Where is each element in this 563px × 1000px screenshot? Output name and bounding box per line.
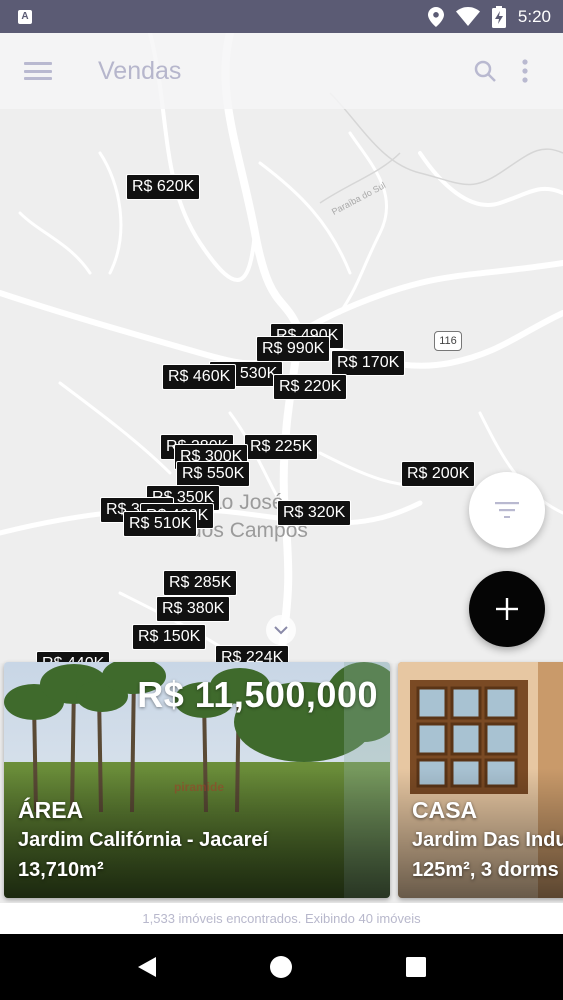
- more-vert-icon[interactable]: [505, 51, 545, 91]
- price-marker[interactable]: R$ 225K: [244, 434, 319, 460]
- results-count: 1,533 imóveis encontrados. Exibindo 40 i…: [0, 903, 563, 934]
- price-marker[interactable]: R$ 150K: [132, 624, 207, 650]
- price-marker[interactable]: R$ 380K: [156, 596, 231, 622]
- property-card[interactable]: piramide R$ 11,500,000 ÁREA Jardim Calif…: [4, 662, 390, 898]
- watermark: piramide: [174, 780, 225, 794]
- map-view[interactable]: Paraíba do Sul 116 São José dos Campos R…: [0, 33, 563, 663]
- chevron-down-icon[interactable]: [266, 615, 296, 645]
- system-nav-bar: [0, 934, 563, 1000]
- card-price: R$ 11,500,000: [137, 674, 378, 715]
- property-carousel[interactable]: piramide R$ 11,500,000 ÁREA Jardim Calif…: [0, 660, 563, 903]
- wifi-icon: [455, 7, 480, 26]
- price-marker[interactable]: R$ 510K: [123, 511, 198, 537]
- price-marker[interactable]: R$ 320K: [277, 500, 352, 526]
- add-icon: [496, 598, 518, 620]
- price-marker[interactable]: R$ 550K: [176, 461, 251, 487]
- add-button[interactable]: [469, 571, 545, 647]
- price-marker[interactable]: R$ 620K: [126, 174, 201, 200]
- recents-icon[interactable]: [396, 947, 436, 987]
- card-location: Jardim Das Indu: [412, 829, 563, 851]
- price-marker[interactable]: R$ 200K: [401, 461, 476, 487]
- price-marker[interactable]: R$ 460K: [162, 364, 237, 390]
- highway-shield: 116: [434, 331, 462, 351]
- search-icon[interactable]: [465, 51, 505, 91]
- price-marker[interactable]: R$ 990K: [256, 336, 331, 362]
- card-type: ÁREA: [18, 797, 84, 823]
- menu-icon[interactable]: [24, 59, 52, 83]
- card-type: CASA: [412, 797, 478, 823]
- location-icon: [427, 6, 444, 27]
- back-icon[interactable]: [127, 947, 167, 987]
- price-marker[interactable]: R$ 220K: [273, 374, 348, 400]
- screen: A 5:20 Paraíba do Sul 116 São José dos C…: [0, 0, 563, 1000]
- clock: 5:20: [517, 6, 551, 26]
- filter-button[interactable]: [469, 472, 545, 548]
- status-bar: A 5:20: [0, 0, 563, 33]
- property-card[interactable]: CASA Jardim Das Indu 125m², 3 dorms: [398, 662, 563, 898]
- card-details: 13,710m²: [18, 859, 104, 881]
- battery-charging-icon: [491, 5, 506, 28]
- price-marker[interactable]: R$ 170K: [331, 350, 406, 376]
- price-marker[interactable]: R$ 285K: [163, 570, 238, 596]
- notification-icon: A: [18, 9, 32, 24]
- card-location: Jardim Califórnia - Jacareí: [18, 829, 269, 851]
- home-icon[interactable]: [261, 947, 301, 987]
- card-details: 125m², 3 dorms: [412, 859, 559, 881]
- page-title: Vendas: [98, 56, 182, 85]
- app-toolbar: Vendas: [0, 33, 563, 109]
- filter-icon: [495, 502, 519, 518]
